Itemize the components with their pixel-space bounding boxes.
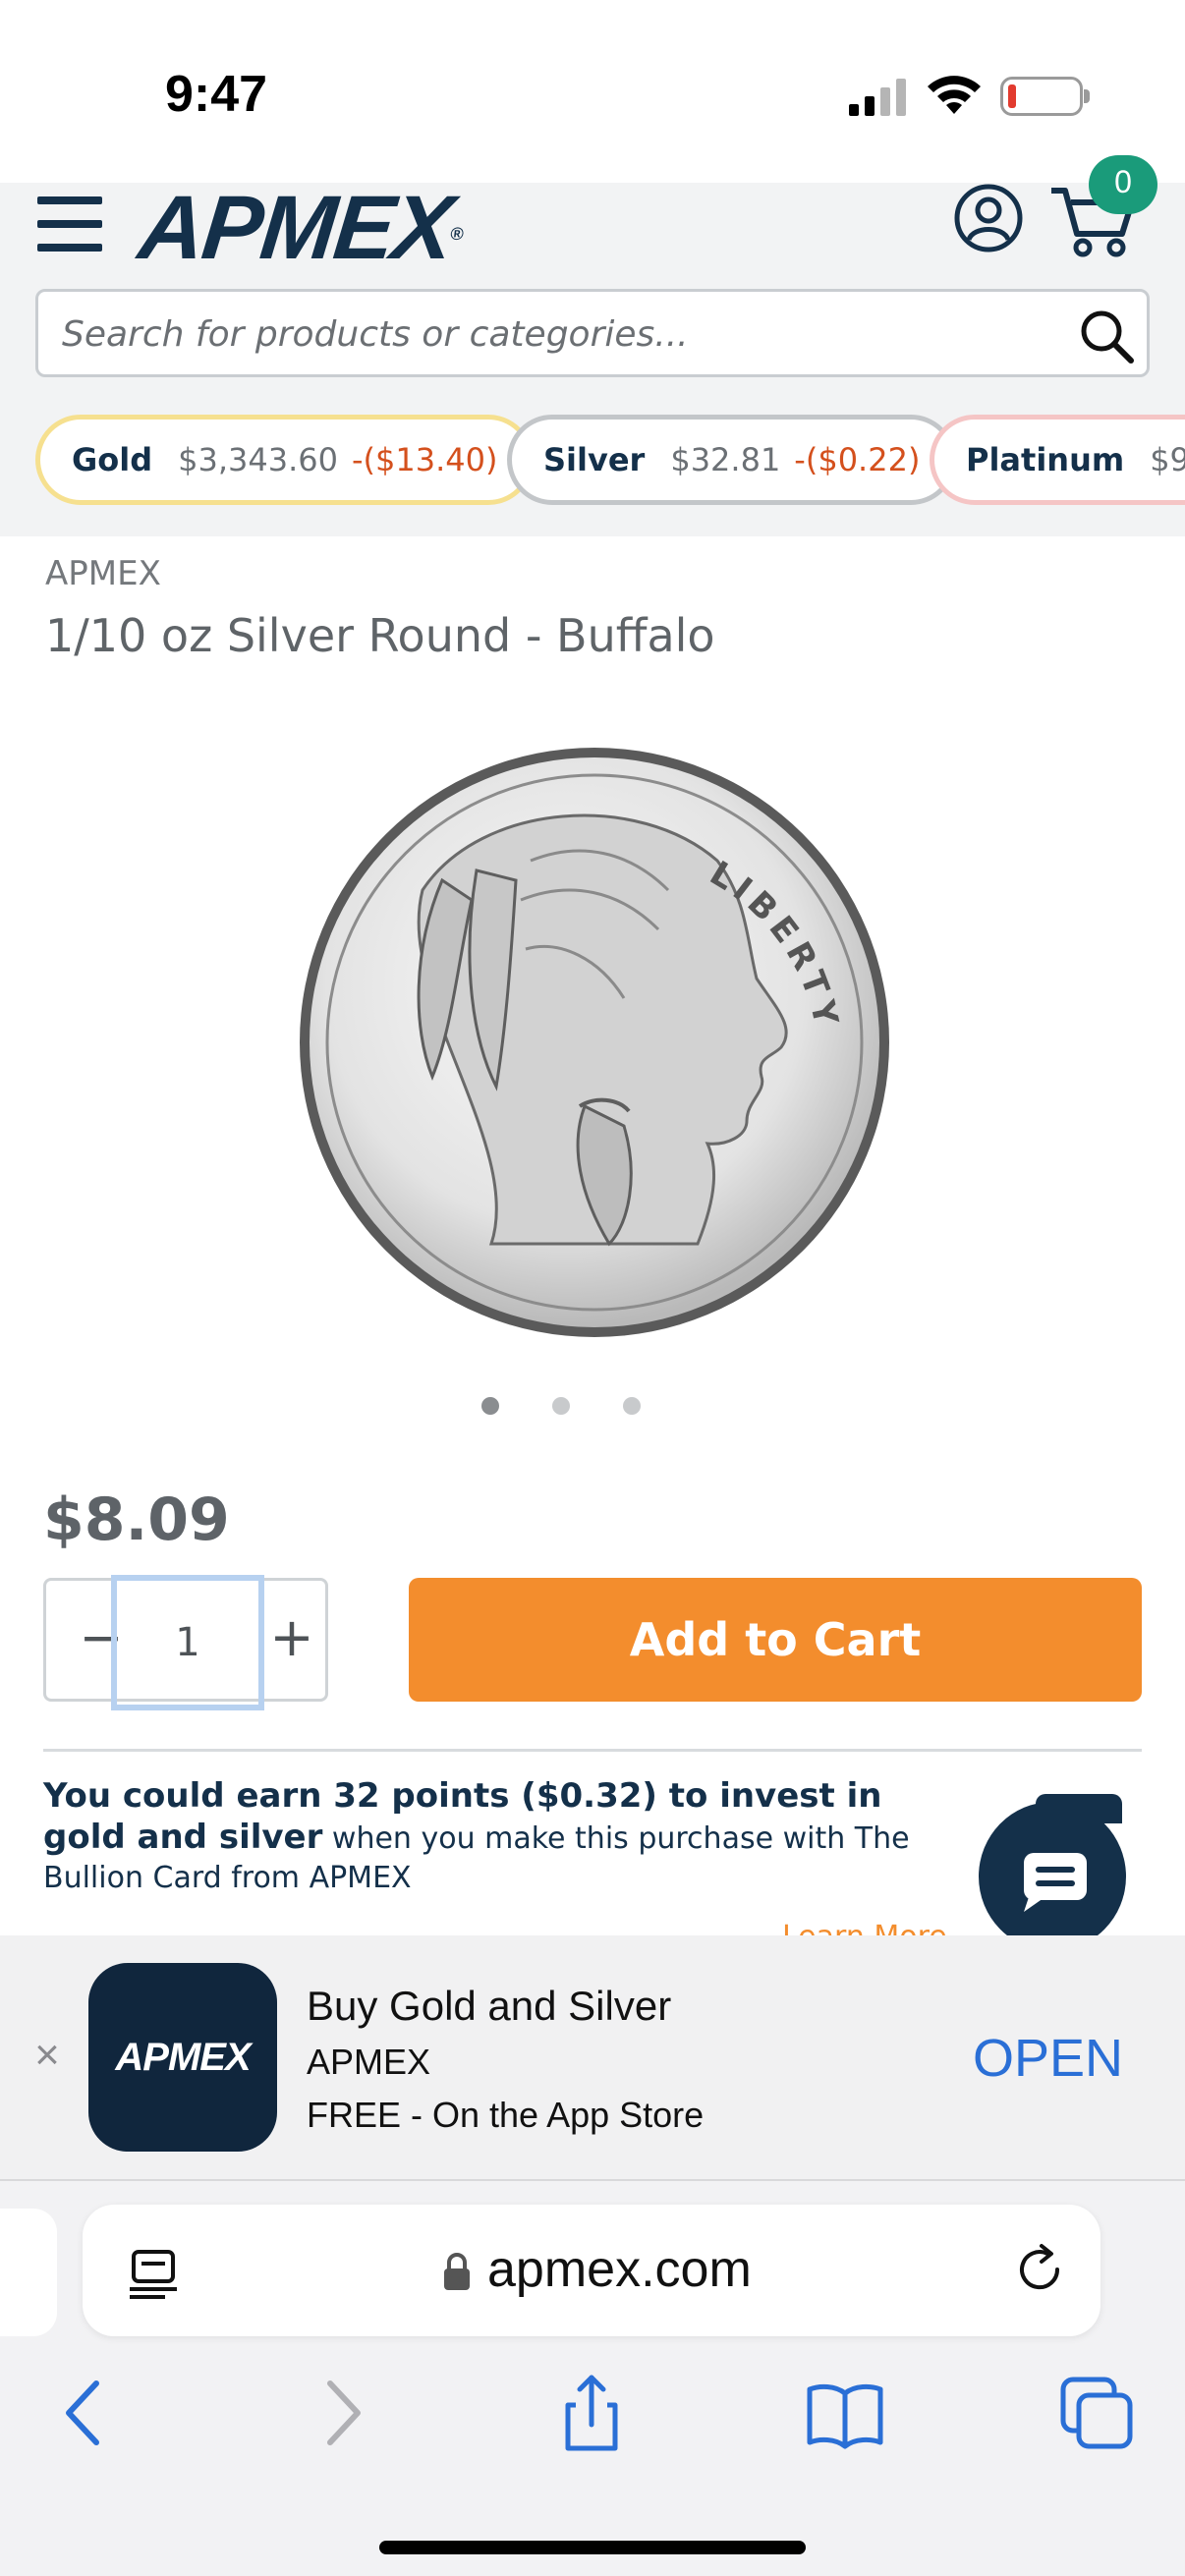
lock-icon [444,2253,470,2290]
product-section: APMEX 1/10 oz Silver Round - Buffalo LIB… [0,536,1185,1935]
ticker-silver[interactable]: Silver $32.81 -($0.22) [507,415,957,505]
open-app-button[interactable]: OPEN [973,2028,1123,2089]
browser-toolbar [0,2374,1185,2492]
bullion-card-points-message: You could earn 32 points ($0.32) to inve… [43,1776,967,1898]
ticker-platinum[interactable]: Platinum $98 [930,415,1185,505]
ticker-metal: Platinum [966,441,1125,478]
back-icon[interactable] [45,2374,124,2452]
browser-chrome: apmex.com [0,2181,1185,2576]
learn-more-link[interactable]: Learn More [782,1920,947,1935]
app-store-banner: × APMEX Buy Gold and Silver APMEX FREE -… [0,1935,1185,2181]
product-brand[interactable]: APMEX [45,554,161,593]
banner-publisher: APMEX [307,2042,431,2082]
search-input[interactable] [62,311,1044,357]
forward-icon[interactable] [303,2374,381,2452]
account-icon[interactable] [953,183,1024,253]
ticker-metal: Gold [72,441,153,478]
chat-button[interactable] [979,1794,1126,1935]
chat-bubble-icon [1024,1853,1087,1912]
ticker-metal: Silver [543,441,646,478]
ticker-price: $98 [1150,441,1185,478]
battery-icon [1000,77,1090,116]
ticker-gold[interactable]: Gold $3,343.60 -($13.40) [35,415,535,505]
ticker-change: -($0.22) [794,441,921,478]
wifi-icon [928,76,981,114]
app-icon: APMEX [88,1963,277,2152]
bookmarks-icon[interactable] [806,2374,884,2452]
image-dot-1[interactable] [481,1397,499,1415]
image-dot-3[interactable] [623,1397,641,1415]
close-banner-button[interactable]: × [28,2034,67,2077]
tabs-icon[interactable] [1057,2374,1136,2452]
status-time: 9:47 [165,66,268,123]
share-icon[interactable] [552,2374,631,2452]
banner-title: Buy Gold and Silver [307,1983,672,2029]
ticker-change: -($13.40) [351,441,498,478]
spot-price-tickers: Gold $3,343.60 -($13.40) Silver $32.81 -… [35,415,1185,507]
cellular-signal-icon [849,79,906,116]
quantity-increment-button[interactable]: + [264,1610,319,1669]
apmex-logo[interactable]: APMEX® [135,178,467,278]
address-bar[interactable]: apmex.com [83,2205,1100,2336]
site-header: APMEX® 0 Gold $3,343.60 -($13.40) Silver… [0,155,1185,536]
image-pagination [481,1397,678,1417]
page-menu-icon[interactable] [130,2248,177,2299]
home-indicator [379,2541,806,2554]
menu-icon[interactable] [37,196,102,252]
reload-icon[interactable] [1012,2242,1069,2299]
image-dot-2[interactable] [552,1397,570,1415]
banner-price: FREE - On the App Store [307,2095,705,2135]
product-image-buffalo-coin[interactable]: LIBERTY [285,733,904,1352]
cart-count-badge: 0 [1089,155,1157,214]
status-bar: 9:47 [0,0,1185,183]
search-box [35,289,1150,377]
battery-level [1008,84,1016,108]
product-price: $8.09 [43,1485,230,1554]
url-text: apmex.com [487,2241,752,2298]
previous-tab-preview[interactable] [0,2209,57,2336]
product-title: 1/10 oz Silver Round - Buffalo [45,609,715,662]
add-to-cart-button[interactable]: Add to Cart [409,1578,1142,1702]
ticker-price: $32.81 [670,441,781,478]
search-icon[interactable] [1078,308,1135,364]
quantity-stepper: − 1 + [43,1575,328,1710]
divider [43,1749,1142,1752]
ticker-price: $3,343.60 [178,441,338,478]
quantity-input[interactable]: 1 [111,1575,264,1710]
